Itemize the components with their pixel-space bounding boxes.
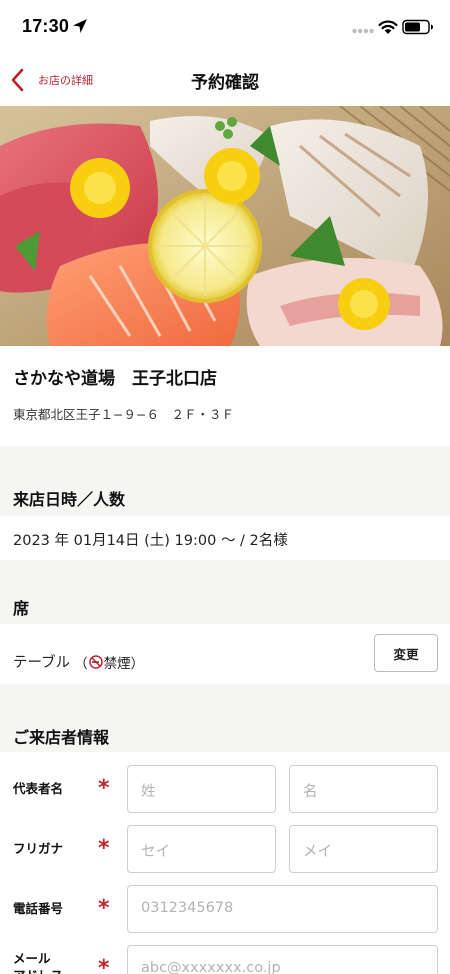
seat-smoking-note: （ 禁煙 ） — [74, 652, 144, 672]
email-label: メール アドレス — [13, 951, 63, 974]
seat-section-header: 席 — [0, 560, 450, 624]
battery-icon — [402, 19, 433, 35]
first-kana-placeholder: メイ — [303, 844, 332, 860]
seat-note-text: 禁煙 — [103, 655, 131, 672]
visit-section-header: 来店日時／人数 — [0, 446, 450, 516]
first-name-input[interactable]: 名 — [289, 765, 438, 813]
guest-heading: ご来店者情報 — [13, 728, 110, 747]
name-label: 代表者名 — [13, 781, 64, 796]
required-mark: * — [98, 956, 110, 974]
seat-note-open: （ — [74, 655, 88, 672]
email-input[interactable]: abc@xxxxxxx.co.jp — [127, 945, 438, 974]
signal-icon — [352, 28, 374, 34]
visit-datetime: 2023 年 01月14日 (土) 19:00 〜 / 2名様 — [13, 533, 288, 549]
required-mark: * — [98, 896, 110, 921]
first-name-placeholder: 名 — [303, 784, 318, 800]
shop-info: さかなや道場 王子北口店 東京都北区王子１−９−６ ２Ｆ・３Ｆ — [0, 346, 450, 446]
phone-input[interactable]: 0312345678 — [127, 885, 438, 933]
visit-row: 2023 年 01月14日 (土) 19:00 〜 / 2名様 — [0, 516, 450, 560]
email-placeholder: abc@xxxxxxx.co.jp — [141, 960, 281, 974]
shop-photo — [0, 106, 450, 346]
required-mark: * — [98, 776, 110, 801]
location-arrow-icon — [73, 19, 87, 33]
phone-label: 電話番号 — [13, 901, 64, 916]
change-seat-button[interactable]: 変更 — [374, 634, 438, 672]
guest-section-header: ご来店者情報 — [0, 684, 450, 752]
nav-bar: お店の詳細 予約確認 — [0, 54, 450, 106]
seat-type: テーブル （ 禁煙 ） — [13, 651, 144, 672]
shop-name: さかなや道場 王子北口店 — [13, 369, 217, 389]
required-mark: * — [98, 836, 110, 861]
no-smoking-icon — [88, 654, 103, 669]
last-kana-input[interactable]: セイ — [127, 825, 276, 873]
seat-row: テーブル （ 禁煙 ） 変更 — [0, 624, 450, 684]
last-name-input[interactable]: 姓 — [127, 765, 276, 813]
wifi-icon — [378, 20, 398, 34]
phone-placeholder: 0312345678 — [141, 900, 234, 916]
page-title: 予約確認 — [191, 73, 259, 93]
visit-heading: 来店日時／人数 — [13, 490, 126, 509]
shop-address: 東京都北区王子１−９−６ ２Ｆ・３Ｆ — [13, 407, 234, 422]
seat-heading: 席 — [13, 599, 30, 618]
guest-form: 代表者名 * 姓 名 フリガナ * セイ メイ 電話番号 * 031234567… — [0, 752, 450, 974]
last-name-placeholder: 姓 — [141, 784, 156, 800]
status-bar: 17:30 — [0, 0, 450, 54]
status-time: 17:30 — [22, 16, 70, 36]
last-kana-placeholder: セイ — [141, 844, 170, 860]
sashimi-illustration — [0, 106, 450, 346]
first-kana-input[interactable]: メイ — [289, 825, 438, 873]
kana-label: フリガナ — [13, 841, 64, 856]
seat-type-label: テーブル — [13, 655, 71, 671]
seat-note-close: ） — [130, 655, 145, 672]
